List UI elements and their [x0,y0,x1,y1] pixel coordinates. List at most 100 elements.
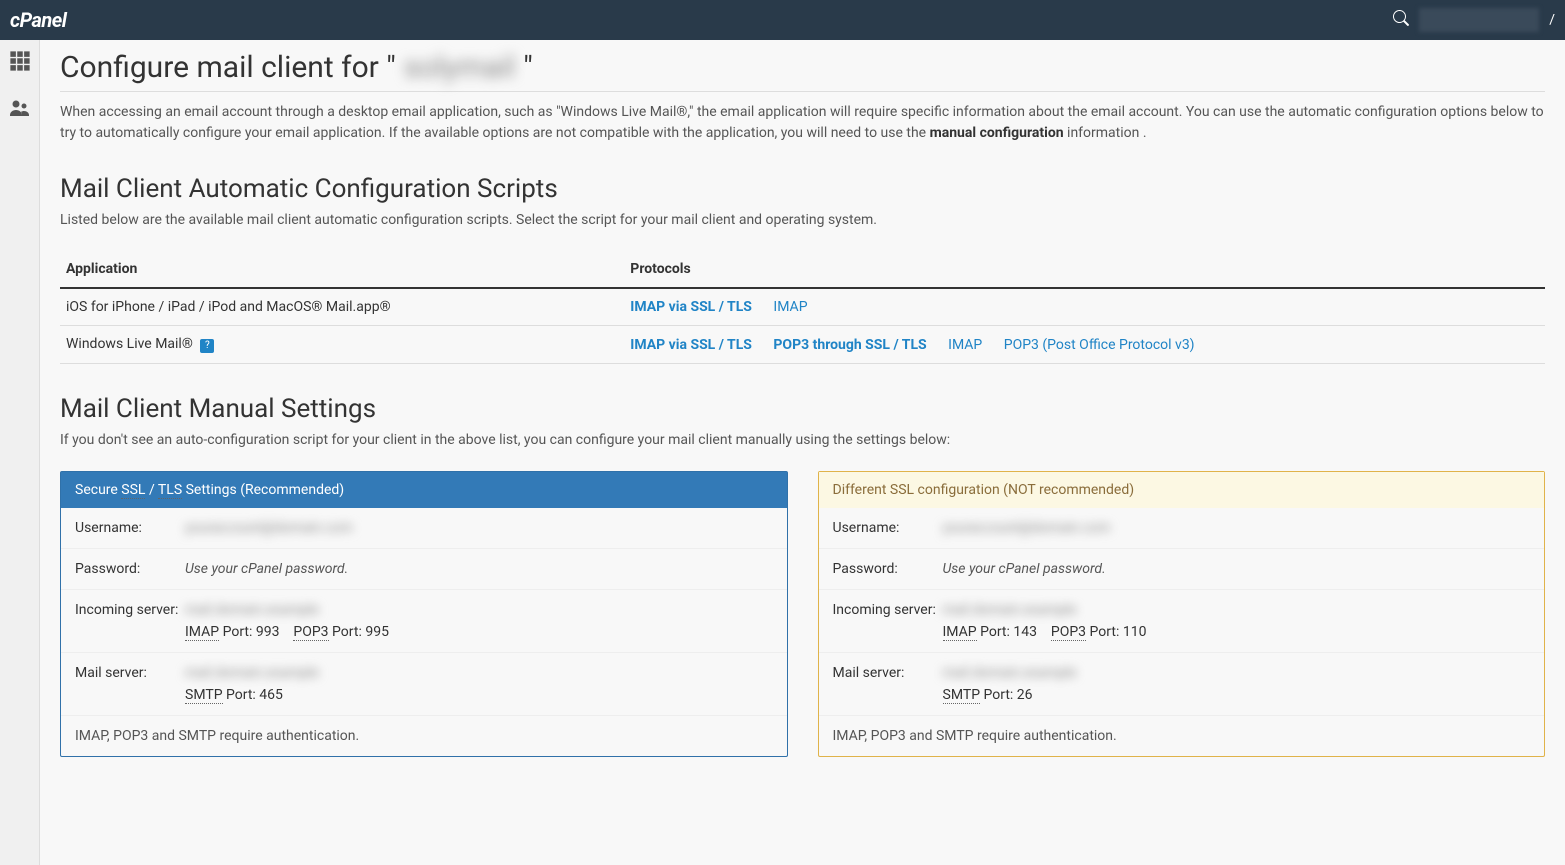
smtp-port: 26 [1017,687,1033,703]
smtp-abbr: SMTP [943,687,981,704]
label-password: Password: [833,561,943,577]
port-label: Port: [332,624,362,640]
title-prefix: Configure mail client for " [60,50,396,85]
user-slash: / [1549,12,1555,28]
nonsecure-panel: Different SSL configuration (NOT recomme… [818,471,1546,757]
label-mailserver: Mail server: [833,665,943,681]
app-label: Windows Live Mail® [66,336,193,352]
pop3-abbr: POP3 [1051,624,1086,641]
value-incoming: mail.domain.example IMAP Port: 143 POP3 … [943,602,1531,640]
protocol-link[interactable]: IMAP [948,337,982,353]
label-username: Username: [833,520,943,536]
imap-port: 993 [256,624,280,640]
incoming-row: Incoming server: mail.domain.example IMA… [819,590,1545,653]
label-incoming: Incoming server: [833,602,943,618]
secure-panel-header: Secure SSL / TLS Settings (Recommended) [61,472,787,508]
value-mailserver: mail.domain.example SMTP Port: 465 [185,665,773,703]
value-password: Use your cPanel password. [943,561,1531,577]
port-label: Port: [1090,624,1120,640]
mail-server-value: mail.domain.example [185,665,319,681]
username-row: Username: youraccount@domain.com [819,508,1545,549]
password-hint: Use your cPanel password. [943,561,1106,577]
incoming-server-value: mail.domain.example [185,602,319,618]
value-mailserver: mail.domain.example SMTP Port: 26 [943,665,1531,703]
col-application: Application [60,251,624,288]
sidebar [0,40,40,865]
value-incoming: mail.domain.example IMAP Port: 993 POP3 … [185,602,773,640]
search-icon[interactable] [1393,10,1409,30]
auth-note: IMAP, POP3 and SMTP require authenticati… [819,716,1545,756]
imap-port: 143 [1013,624,1037,640]
password-hint: Use your cPanel password. [185,561,348,577]
intro-part1: When accessing an email account through … [60,104,1544,141]
pop3-abbr: POP3 [293,624,328,641]
value-username: youraccount@domain.com [185,520,773,536]
title-account: solymail [400,50,519,85]
app-cell: iOS for iPhone / iPad / iPod and MacOS® … [60,288,624,326]
port-label: Port: [980,624,1010,640]
secure-title-suffix: Settings (Recommended) [182,482,344,498]
incoming-server-value: mail.domain.example [943,602,1077,618]
smtp-abbr: SMTP [185,687,223,704]
ssl-abbr: SSL [121,482,145,499]
value-username: youraccount@domain.com [943,520,1531,536]
auth-note: IMAP, POP3 and SMTP require authenticati… [61,716,787,756]
mailserver-row: Mail server: mail.domain.example SMTP Po… [61,653,787,716]
scripts-heading: Mail Client Automatic Configuration Scri… [60,174,1545,204]
slash: / [145,482,157,498]
main-content: Configure mail client for "solymail" Whe… [40,40,1565,865]
scripts-table: Application Protocols iOS for iPhone / i… [60,251,1545,364]
intro-bold: manual configuration [930,125,1064,141]
protocol-link[interactable]: IMAP [773,299,807,315]
divider [60,91,1545,92]
imap-abbr: IMAP [185,624,219,641]
protocol-link[interactable]: IMAP via SSL / TLS [630,299,752,315]
protocol-link[interactable]: IMAP via SSL / TLS [630,337,752,353]
label-username: Username: [75,520,185,536]
table-row: iOS for iPhone / iPad / iPod and MacOS® … [60,288,1545,326]
manual-heading: Mail Client Manual Settings [60,394,1545,424]
port-label: Port: [223,624,253,640]
help-icon[interactable]: ? [200,339,214,353]
username-row: Username: youraccount@domain.com [61,508,787,549]
search-input[interactable] [1419,8,1539,32]
incoming-row: Incoming server: mail.domain.example IMA… [61,590,787,653]
protocol-link[interactable]: POP3 (Post Office Protocol v3) [1004,337,1195,353]
page-title: Configure mail client for "solymail" [60,50,1545,85]
protocol-cell: IMAP via SSL / TLS IMAP [624,288,1545,326]
protocol-link[interactable]: POP3 through SSL / TLS [773,337,926,353]
top-bar: cPanel / [0,0,1565,40]
username-value: youraccount@domain.com [185,520,353,536]
col-protocols: Protocols [624,251,1545,288]
mail-server-value: mail.domain.example [943,665,1077,681]
users-icon[interactable] [8,96,32,124]
manual-desc: If you don't see an auto-configuration s… [60,430,1545,451]
value-password: Use your cPanel password. [185,561,773,577]
port-label: Port: [226,687,256,703]
label-incoming: Incoming server: [75,602,185,618]
pop3-port: 110 [1123,624,1147,640]
title-suffix: " [523,50,533,85]
label-password: Password: [75,561,185,577]
smtp-port: 465 [259,687,283,703]
intro-part2: information . [1064,125,1147,141]
label-mailserver: Mail server: [75,665,185,681]
port-label: Port: [984,687,1014,703]
topbar-right: / [1393,8,1555,32]
secure-title-prefix: Secure [75,482,121,498]
password-row: Password: Use your cPanel password. [819,549,1545,590]
settings-panels: Secure SSL / TLS Settings (Recommended) … [60,471,1545,757]
pop3-port: 995 [365,624,389,640]
mailserver-row: Mail server: mail.domain.example SMTP Po… [819,653,1545,716]
secure-panel: Secure SSL / TLS Settings (Recommended) … [60,471,788,757]
nonsecure-panel-header: Different SSL configuration (NOT recomme… [819,472,1545,508]
tls-abbr: TLS [158,482,182,499]
scripts-desc: Listed below are the available mail clie… [60,210,1545,231]
protocol-cell: IMAP via SSL / TLS POP3 through SSL / TL… [624,326,1545,364]
intro-text: When accessing an email account through … [60,102,1545,144]
table-row: Windows Live Mail® ? IMAP via SSL / TLS … [60,326,1545,364]
apps-icon[interactable] [9,50,31,76]
imap-abbr: IMAP [943,624,977,641]
password-row: Password: Use your cPanel password. [61,549,787,590]
logo: cPanel [10,8,66,32]
